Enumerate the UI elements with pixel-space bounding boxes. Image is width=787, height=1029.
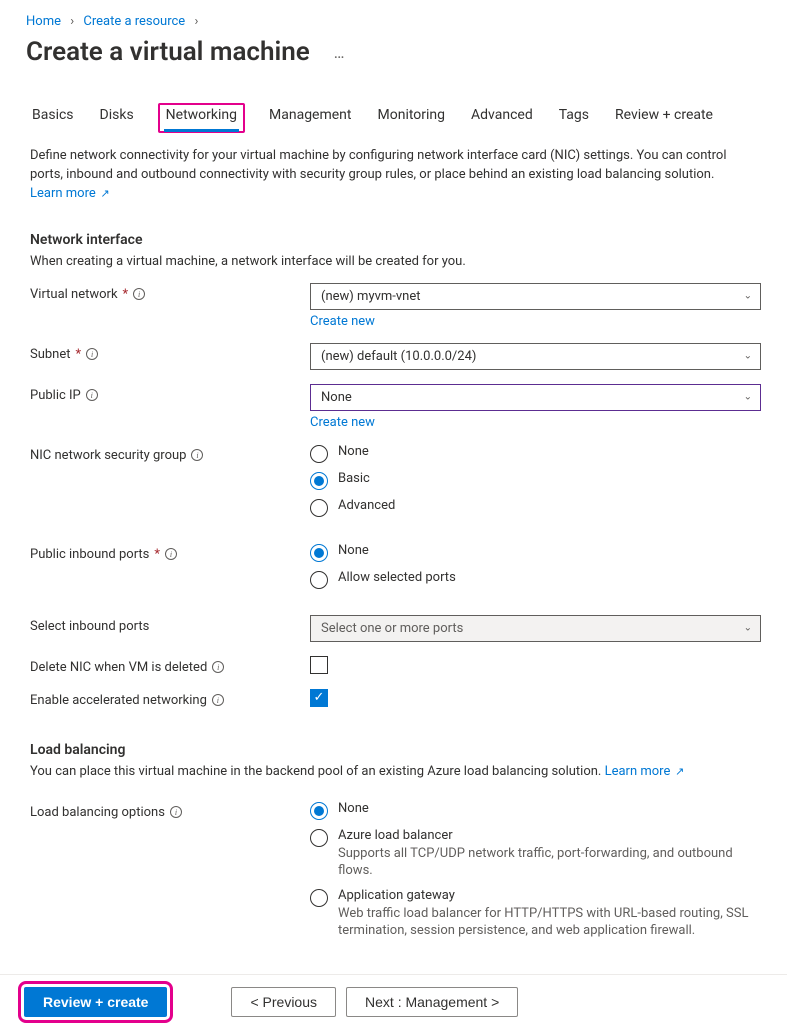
section-load-balancing-desc: You can place this virtual machine in th… bbox=[30, 764, 761, 779]
tab-tags[interactable]: Tags bbox=[557, 103, 591, 133]
lb-option-agw[interactable]: Application gateway Web traffic load bal… bbox=[310, 888, 761, 940]
lb-learn-more-link[interactable]: Learn more ↗ bbox=[605, 764, 685, 779]
chevron-right-icon: › bbox=[70, 14, 74, 29]
info-icon[interactable]: i bbox=[212, 661, 224, 673]
chevron-down-icon: ⌄ bbox=[744, 351, 752, 362]
radio-icon bbox=[310, 445, 328, 463]
label-nsg: NIC network security group i bbox=[30, 444, 310, 463]
info-icon[interactable]: i bbox=[191, 449, 203, 461]
intro-text: Define network connectivity for your vir… bbox=[30, 147, 761, 204]
section-load-balancing: Load balancing bbox=[30, 742, 761, 758]
radio-icon bbox=[310, 829, 328, 847]
info-icon[interactable]: i bbox=[133, 288, 145, 300]
info-icon[interactable]: i bbox=[170, 806, 182, 818]
label-accel-net: Enable accelerated networking i bbox=[30, 689, 310, 708]
learn-more-link[interactable]: Learn more ↗ bbox=[30, 186, 110, 201]
breadcrumb: Home › Create a resource › bbox=[0, 0, 787, 35]
tab-review[interactable]: Review + create bbox=[613, 103, 715, 133]
info-icon[interactable]: i bbox=[86, 389, 98, 401]
radio-checked-icon bbox=[310, 802, 328, 820]
label-virtual-network: Virtual network * i bbox=[30, 283, 310, 302]
radio-icon bbox=[310, 571, 328, 589]
page-title: Create a virtual machine bbox=[26, 37, 310, 67]
radio-icon bbox=[310, 889, 328, 907]
tab-monitoring[interactable]: Monitoring bbox=[376, 103, 448, 133]
nsg-option-none[interactable]: None bbox=[310, 444, 761, 463]
chevron-down-icon: ⌄ bbox=[744, 623, 752, 634]
inbound-option-none[interactable]: None bbox=[310, 543, 761, 562]
radio-checked-icon bbox=[310, 544, 328, 562]
virtual-network-select[interactable]: (new) myvm-vnet ⌄ bbox=[310, 283, 761, 310]
radio-icon bbox=[310, 499, 328, 517]
previous-button[interactable]: < Previous bbox=[231, 987, 336, 1017]
lb-option-alb[interactable]: Azure load balancer Supports all TCP/UDP… bbox=[310, 828, 761, 880]
nsg-option-advanced[interactable]: Advanced bbox=[310, 498, 761, 517]
public-ip-create-new[interactable]: Create new bbox=[310, 415, 375, 430]
section-network-interface-desc: When creating a virtual machine, a netwo… bbox=[30, 254, 761, 269]
inbound-option-allow[interactable]: Allow selected ports bbox=[310, 570, 761, 589]
select-ports-select: Select one or more ports ⌄ bbox=[310, 615, 761, 642]
tab-advanced[interactable]: Advanced bbox=[469, 103, 535, 133]
tab-bar: Basics Disks Networking Management Monit… bbox=[0, 69, 787, 133]
required-indicator: * bbox=[123, 287, 129, 302]
label-lb-options: Load balancing options i bbox=[30, 801, 310, 820]
chevron-down-icon: ⌄ bbox=[744, 392, 752, 403]
subnet-select[interactable]: (new) default (10.0.0.0/24) ⌄ bbox=[310, 343, 761, 370]
lb-option-none[interactable]: None bbox=[310, 801, 761, 820]
info-icon[interactable]: i bbox=[86, 348, 98, 360]
breadcrumb-home[interactable]: Home bbox=[26, 14, 61, 29]
footer-bar: Review + create < Previous Next : Manage… bbox=[0, 974, 787, 1029]
external-link-icon: ↗ bbox=[672, 765, 684, 778]
tab-management[interactable]: Management bbox=[267, 103, 353, 133]
tab-basics[interactable]: Basics bbox=[30, 103, 76, 133]
label-inbound-ports: Public inbound ports * i bbox=[30, 543, 310, 562]
tab-disks[interactable]: Disks bbox=[98, 103, 136, 133]
accel-net-checkbox[interactable]: ✓ bbox=[310, 689, 328, 707]
review-create-button[interactable]: Review + create bbox=[24, 987, 167, 1017]
required-indicator: * bbox=[76, 347, 82, 362]
next-button[interactable]: Next : Management > bbox=[346, 987, 518, 1017]
chevron-right-icon: › bbox=[194, 14, 198, 29]
breadcrumb-create-resource[interactable]: Create a resource bbox=[83, 14, 185, 29]
info-icon[interactable]: i bbox=[165, 548, 177, 560]
external-link-icon: ↗ bbox=[98, 187, 110, 200]
more-actions-icon[interactable]: … bbox=[328, 43, 351, 62]
label-public-ip: Public IP i bbox=[30, 384, 310, 403]
tab-networking[interactable]: Networking bbox=[158, 103, 245, 133]
delete-nic-checkbox[interactable] bbox=[310, 656, 328, 674]
info-icon[interactable]: i bbox=[212, 694, 224, 706]
label-select-ports: Select inbound ports bbox=[30, 615, 310, 634]
chevron-down-icon: ⌄ bbox=[744, 291, 752, 302]
section-network-interface: Network interface bbox=[30, 232, 761, 248]
public-ip-select[interactable]: None ⌄ bbox=[310, 384, 761, 411]
nsg-option-basic[interactable]: Basic bbox=[310, 471, 761, 490]
label-delete-nic: Delete NIC when VM is deleted i bbox=[30, 656, 310, 675]
virtual-network-create-new[interactable]: Create new bbox=[310, 314, 375, 329]
label-subnet: Subnet * i bbox=[30, 343, 310, 362]
required-indicator: * bbox=[154, 547, 160, 562]
radio-checked-icon bbox=[310, 472, 328, 490]
